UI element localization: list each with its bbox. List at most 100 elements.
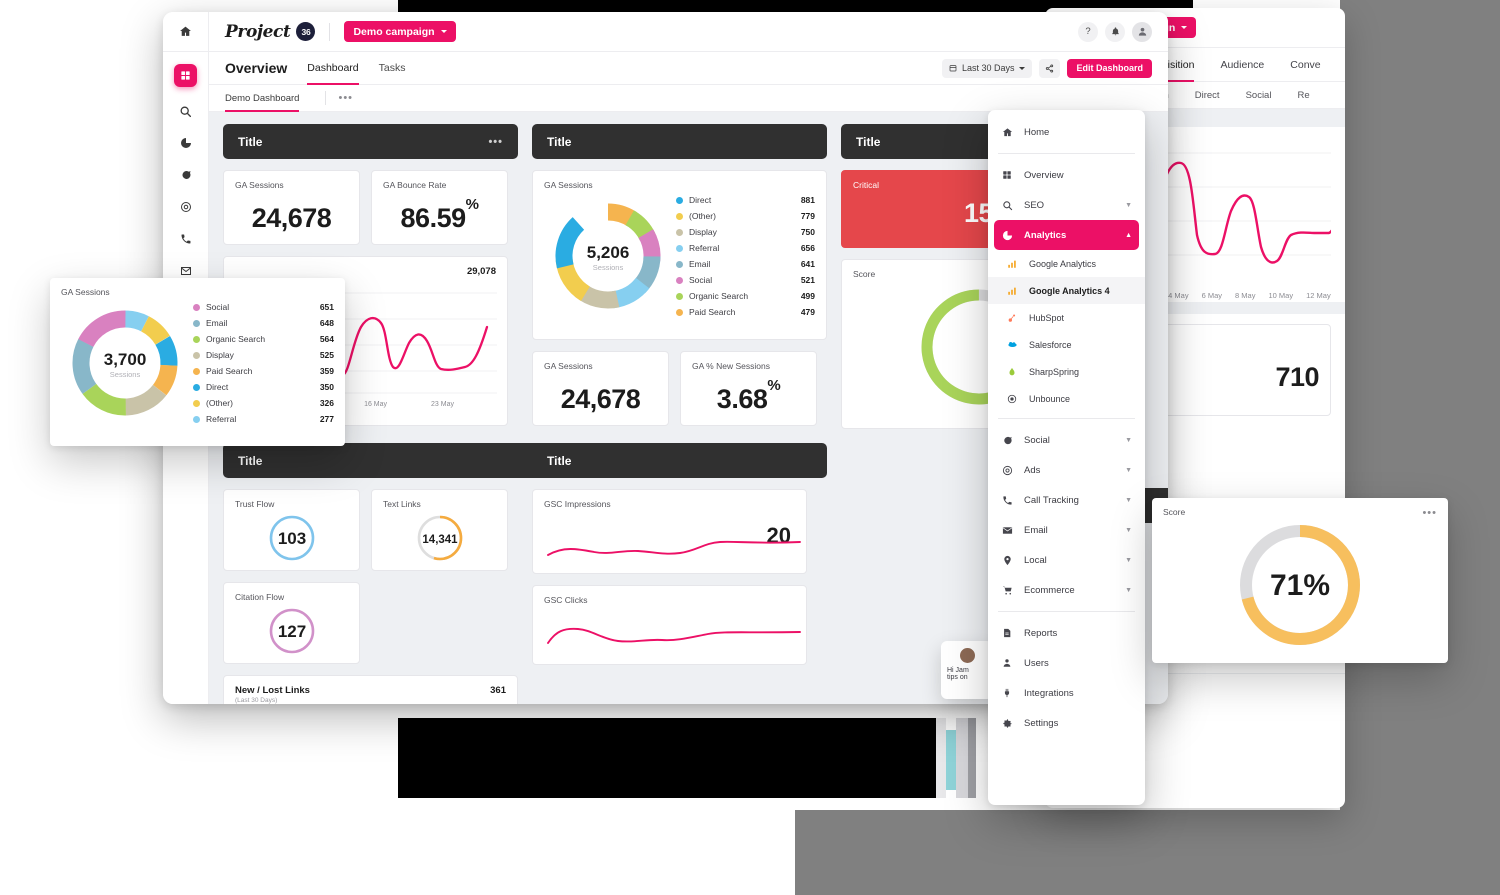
share-button[interactable] <box>1039 58 1061 78</box>
ga4-xtick-4may: 4 May <box>1168 291 1189 300</box>
legend-item: Display 525 <box>193 347 334 363</box>
tab-dashboard[interactable]: Dashboard <box>307 52 360 85</box>
card-more-button[interactable]: ••• <box>1422 507 1437 519</box>
mail-icon <box>1001 525 1013 536</box>
ga-sessions-card-2[interactable]: GA Sessions 24,678 <box>532 351 669 426</box>
legend-item: Direct 881 <box>676 192 815 208</box>
backdrop-stripe-bottom-a <box>936 718 946 798</box>
ga4-subtab-direct[interactable]: Direct <box>1195 90 1220 101</box>
notifications-button[interactable] <box>1105 21 1125 42</box>
phone-icon <box>1001 495 1013 506</box>
gsc-clicks-card[interactable]: GSC Clicks <box>532 585 807 665</box>
rail-item-email[interactable] <box>178 263 194 279</box>
ga4-tab-conversions[interactable]: Conve <box>1290 59 1320 71</box>
legend-item: Direct 350 <box>193 379 334 395</box>
date-range-label: Last 30 Days <box>961 63 1015 73</box>
menu-label: Call Tracking <box>1024 494 1079 506</box>
rail-item-grid[interactable] <box>174 64 197 87</box>
grid-icon <box>1001 170 1013 180</box>
date-range-picker[interactable]: Last 30 Days <box>941 58 1033 78</box>
legend-swatch <box>193 399 200 407</box>
trust-flow-card[interactable]: Trust Flow 103 <box>223 489 360 571</box>
chat-bubble[interactable]: Hi Jam tips on <box>941 641 993 699</box>
ga4-subtab-social[interactable]: Social <box>1246 90 1272 101</box>
menu-label: Email <box>1024 524 1048 536</box>
ga-new-sessions-card[interactable]: GA % New Sessions 3.68% <box>680 351 817 426</box>
menu-item-call-tracking[interactable]: Call Tracking ▼ <box>988 485 1145 515</box>
menu-label: HubSpot <box>1029 312 1065 323</box>
text-links-card[interactable]: Text Links 14,341 <box>371 489 508 571</box>
menu-label: Google Analytics <box>1029 258 1097 269</box>
brand: Project 36 <box>209 22 316 42</box>
citation-flow-card[interactable]: Citation Flow 127 <box>223 582 360 664</box>
rail-item-social[interactable] <box>178 167 194 183</box>
menu-item-reports[interactable]: Reports <box>988 618 1145 648</box>
topbar-actions: ? <box>1078 21 1168 42</box>
menu-item-analytics[interactable]: Analytics ▲ <box>994 220 1139 250</box>
menu-item-settings[interactable]: Settings <box>988 708 1145 738</box>
menu-item-sharpspring[interactable]: SharpSpring <box>988 358 1145 385</box>
legend-value: 479 <box>800 307 815 317</box>
home-icon[interactable] <box>163 12 209 52</box>
backdrop-stripe-bottom-c <box>956 718 968 798</box>
menu-item-local[interactable]: Local ▼ <box>988 545 1145 575</box>
menu-label: Unbounce <box>1029 393 1071 404</box>
menu-item-salesforce[interactable]: Salesforce <box>988 331 1145 358</box>
divider <box>329 22 331 41</box>
legend-label: Direct <box>689 195 712 205</box>
menu-item-ecommerce[interactable]: Ecommerce ▼ <box>988 575 1145 605</box>
group-title: Title <box>547 134 572 149</box>
legend-swatch <box>193 383 200 391</box>
menu-item-google-analytics-4[interactable]: Google Analytics 4 <box>988 277 1145 304</box>
legend-swatch <box>676 244 683 252</box>
bar-chart-icon <box>1006 259 1018 269</box>
menu-item-seo[interactable]: SEO ▼ <box>988 190 1145 220</box>
floating-score-card[interactable]: Score ••• 71% <box>1152 498 1448 663</box>
campaign-selector-button[interactable]: Demo campaign <box>344 21 456 42</box>
menu-item-unbounce[interactable]: Unbounce <box>988 385 1145 412</box>
grid-icon <box>181 71 190 80</box>
floating-ga-sessions-card[interactable]: GA Sessions 3,700 Sessions Social 651 Ema… <box>50 278 345 446</box>
menu-item-overview[interactable]: Overview <box>988 160 1145 190</box>
legend-swatch <box>193 335 200 343</box>
ga-bounce-rate-card[interactable]: GA Bounce Rate 86.59% <box>371 170 508 245</box>
menu-item-ads[interactable]: Ads ▼ <box>988 455 1145 485</box>
menu-item-hubspot[interactable]: HubSpot <box>988 304 1145 331</box>
help-button[interactable]: ? <box>1078 21 1098 42</box>
menu-item-social[interactable]: Social ▼ <box>988 425 1145 455</box>
gsc-impressions-card[interactable]: GSC Impressions 20 <box>532 489 807 574</box>
xtick-16may: 16 May <box>364 401 388 408</box>
home-icon <box>1001 127 1013 138</box>
ga-sessions-card[interactable]: GA Sessions 24,678 <box>223 170 360 245</box>
menu-item-home[interactable]: Home <box>988 117 1145 147</box>
tab-tasks[interactable]: Tasks <box>379 52 406 85</box>
ga4-xtick-8may: 8 May <box>1235 291 1256 300</box>
avatar[interactable] <box>1132 21 1152 42</box>
ga4-subtab-referral[interactable]: Re <box>1297 90 1309 101</box>
divider <box>998 153 1135 154</box>
rail-item-ads[interactable] <box>178 199 194 215</box>
dashboard-more-button[interactable]: ••• <box>338 92 353 104</box>
rail-item-search[interactable] <box>178 103 194 119</box>
rail-item-analytics[interactable] <box>178 135 194 151</box>
sub-tab-demo-dashboard[interactable]: Demo Dashboard <box>225 85 313 112</box>
card-label: Citation Flow <box>235 592 285 602</box>
menu-item-integrations[interactable]: Integrations <box>988 678 1145 708</box>
ga-sessions-donut-card[interactable]: GA Sessions 5,206 Sessions Direct 881 (O… <box>532 170 827 340</box>
menu-label: Home <box>1024 126 1050 138</box>
menu-item-google-analytics[interactable]: Google Analytics <box>988 250 1145 277</box>
legend-value: 779 <box>800 211 815 221</box>
group-more-button[interactable]: ••• <box>488 136 503 148</box>
rail-item-call-tracking[interactable] <box>178 231 194 247</box>
new-lost-links-card[interactable]: New / Lost Links (Last 30 Days) 361 New … <box>223 675 518 704</box>
ga4-tab-audience[interactable]: Audience <box>1220 59 1264 71</box>
menu-label: Salesforce <box>1029 339 1072 350</box>
menu-item-users[interactable]: Users <box>988 648 1145 678</box>
menu-item-email[interactable]: Email ▼ <box>988 515 1145 545</box>
edit-dashboard-button[interactable]: Edit Dashboard <box>1067 58 1152 78</box>
chevron-down-icon: ▼ <box>1125 201 1132 209</box>
legend-value: 656 <box>800 243 815 253</box>
search-icon <box>180 106 192 117</box>
group-header: Title <box>532 443 827 478</box>
legend-label: Paid Search <box>689 307 736 317</box>
